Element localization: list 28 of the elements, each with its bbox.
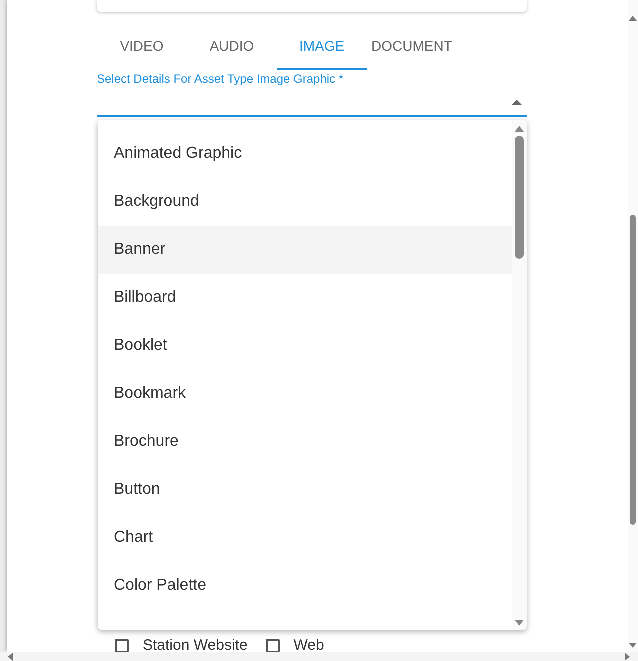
dropdown-option[interactable]: Bookmark — [98, 370, 512, 418]
dropdown-option[interactable]: Animated Graphic — [98, 130, 512, 178]
dropdown-option[interactable]: Brochure — [98, 418, 512, 466]
scroll-right-icon[interactable] — [625, 652, 630, 660]
scroll-down-icon[interactable] — [629, 643, 637, 648]
scrollbar[interactable] — [0, 652, 638, 661]
scrollbar-thumb[interactable] — [515, 136, 524, 259]
dropdown-option[interactable]: Chart — [98, 514, 512, 562]
checkbox-label: Station Website — [143, 638, 248, 654]
scrollbar-thumb[interactable] — [630, 215, 636, 525]
caret-icon — [512, 100, 522, 105]
dropdown-option[interactable]: Color Palette — [98, 562, 512, 610]
dropdown-option[interactable]: Billboard — [98, 274, 512, 322]
scrollbar[interactable] — [512, 120, 527, 630]
dropdown-option[interactable]: Banner — [98, 226, 512, 274]
dropdown-option[interactable]: Booklet — [98, 322, 512, 370]
tab[interactable]: VIDEO — [97, 22, 187, 70]
dropdown-option[interactable]: Background — [98, 178, 512, 226]
scroll-up-icon[interactable] — [629, 16, 637, 21]
tab[interactable]: AUDIO — [187, 22, 277, 70]
field-label: Select Details For Asset Type Image Graphic * — [97, 72, 345, 86]
tab[interactable]: DOCUMENT — [367, 22, 457, 70]
checkbox-label: Web — [294, 638, 324, 654]
scrollbar[interactable] — [628, 0, 638, 652]
dropdown-option[interactable]: Button — [98, 466, 512, 514]
scroll-up-icon[interactable] — [515, 126, 524, 132]
scroll-left-icon[interactable] — [8, 652, 13, 660]
scroll-down-icon[interactable] — [515, 620, 524, 626]
